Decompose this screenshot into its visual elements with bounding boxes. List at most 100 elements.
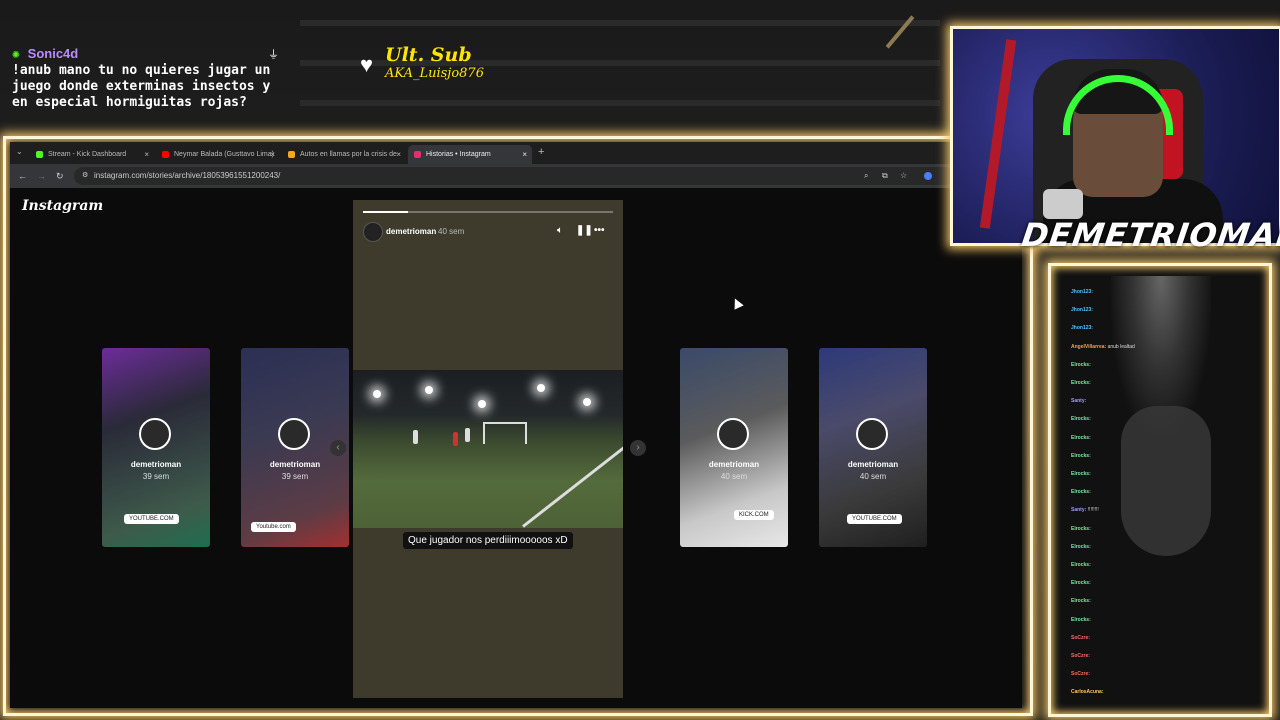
previous-story-arrow[interactable]: ‹ (330, 440, 346, 456)
story-username[interactable]: demetrioman (386, 227, 436, 236)
next-story-arrow[interactable]: › (630, 440, 646, 456)
chat-line: Elrocks: (1071, 434, 1261, 442)
verified-icon: ✺ (12, 47, 20, 62)
chat-line-user[interactable]: AngelVillarrea: (1071, 344, 1108, 350)
chat-line-user[interactable]: Santy: (1071, 398, 1086, 404)
chat-line: Elrocks: (1071, 488, 1261, 496)
heart-icon: ♥ (360, 52, 374, 77)
tab-youtube[interactable]: Neymar Balada (Gusttavo Lima) × (156, 145, 280, 164)
chat-line-user[interactable]: Elrocks: (1071, 416, 1091, 422)
story-thumbnail[interactable]: demetrioman 40 sem KICK.COM (680, 348, 788, 547)
kick-icon (36, 151, 43, 158)
site-info-icon: ⚙ (82, 172, 89, 179)
chat-line: Jhon123: (1071, 288, 1261, 296)
featured-chat-message: ✺ Sonic4d !anub mano tu no quieres jugar… (12, 46, 282, 111)
chat-line: Jhon123: (1071, 324, 1261, 332)
story-thumbnail[interactable]: demetrioman 39 sem YOUTUBE.COM (102, 348, 210, 547)
last-sub-name: AKA_Luisjo876 (385, 66, 484, 81)
more-options-icon[interactable]: ••• (594, 225, 605, 236)
chat-message-text: !anub mano tu no quieres jugar un juego … (12, 63, 271, 110)
chat-line-text: !!!!!!!! (1087, 507, 1099, 514)
chat-line: Elrocks: (1071, 597, 1261, 605)
tab-instagram[interactable]: Historias • Instagram × (408, 145, 532, 164)
instagram-logo[interactable]: Instagram (22, 198, 103, 214)
chat-line: Elrocks: (1071, 415, 1261, 423)
story-viewer[interactable]: demetrioman 40 sem 🔈︎ ❚❚ ••• Que jugador… (353, 200, 623, 698)
tab-search-icon[interactable]: ⌄ (16, 147, 23, 156)
close-icon[interactable]: × (396, 145, 401, 164)
chat-line-user[interactable]: Jhon123: (1071, 307, 1093, 313)
chat-line-user[interactable]: SoCzre: (1071, 671, 1090, 677)
cast-icon[interactable]: ⧉ (882, 167, 888, 185)
avatar (278, 418, 310, 450)
link-sticker: YOUTUBE.COM (847, 514, 902, 524)
chat-line-user[interactable]: Elrocks: (1071, 453, 1091, 459)
chat-line-user[interactable]: CarlosAcuna: (1071, 689, 1104, 695)
chat-line-user[interactable]: Elrocks: (1071, 380, 1091, 386)
chat-line: Elrocks: (1071, 579, 1261, 587)
instagram-page: Instagram demetrioman 39 sem YOUTUBE.COM… (10, 188, 1022, 708)
chat-line-user[interactable]: Elrocks: (1071, 562, 1091, 568)
avatar (139, 418, 171, 450)
chat-line-user[interactable]: Elrocks: (1071, 617, 1091, 623)
chat-line-user[interactable]: Elrocks: (1071, 580, 1091, 586)
volume-icon[interactable]: 🔈︎ (557, 225, 563, 236)
chat-line: Elrocks: (1071, 616, 1261, 624)
zoom-icon[interactable]: ⌕ (864, 167, 868, 185)
story-progress-bar (363, 211, 613, 213)
pause-icon[interactable]: ❚❚ (576, 225, 593, 236)
chat-line-text: anub lealtad (1107, 343, 1135, 350)
chat-line: Elrocks: (1071, 561, 1261, 569)
chat-line-user[interactable]: Elrocks: (1071, 526, 1091, 532)
webcam-frame (950, 26, 1280, 246)
bookmark-star-icon[interactable]: ☆ (900, 167, 907, 185)
tab-news[interactable]: Autos en llamas por la crisis de × (282, 145, 406, 164)
link-sticker: YOUTUBE.COM (124, 514, 179, 524)
tab-kick-dashboard[interactable]: Stream - Kick Dashboard × (30, 145, 154, 164)
chat-line-user[interactable]: Elrocks: (1071, 544, 1091, 550)
story-thumbnail[interactable]: demetrioman 40 sem YOUTUBE.COM (819, 348, 927, 547)
chat-username: Sonic4d (27, 46, 79, 61)
youtube-icon (162, 151, 169, 158)
chat-line: CarlosAcuna: (1071, 688, 1261, 696)
close-icon[interactable]: × (144, 145, 149, 164)
chat-line-user[interactable]: Elrocks: (1071, 598, 1091, 604)
chat-line-user[interactable]: SoCzre: (1071, 635, 1090, 641)
story-caption: Que jugador nos perdiiimooooos xD (403, 532, 573, 549)
streamer-name: DEMETRIOMAN (1019, 216, 1280, 254)
chat-line-user[interactable]: Elrocks: (1071, 362, 1091, 368)
chat-line: SoCzre: (1071, 652, 1261, 660)
close-icon[interactable]: × (522, 145, 527, 164)
chat-line: Elrocks: (1071, 361, 1261, 369)
avatar[interactable] (363, 222, 383, 242)
chat-line-user[interactable]: Jhon123: (1071, 325, 1093, 331)
chat-line-user[interactable]: SoCzre: (1071, 653, 1090, 659)
address-bar[interactable]: ⚙ instagram.com/stories/archive/18053961… (74, 167, 954, 185)
chat-line: Elrocks: (1071, 543, 1261, 551)
browser-window: ⌄ Stream - Kick Dashboard × Neymar Balada… (10, 142, 1022, 708)
browser-toolbar: ← → ↻ ⚙ instagram.com/stories/archive/18… (10, 164, 1022, 188)
chat-line-user[interactable]: Elrocks: (1071, 471, 1091, 477)
chat-line-user[interactable]: Elrocks: (1071, 435, 1091, 441)
chat-line: SoCzre: (1071, 670, 1261, 678)
chat-panel: Jhon123: Jhon123: Jhon123: AngelVillarre… (1048, 263, 1272, 717)
reload-icon[interactable]: ↻ (56, 167, 64, 185)
bearded-man-logo (1121, 406, 1211, 556)
new-tab-button[interactable]: + (538, 146, 544, 158)
chat-line-user[interactable]: Jhon123: (1071, 289, 1093, 295)
chat-line: Santy: (1071, 397, 1261, 405)
back-icon[interactable]: ← (18, 167, 27, 185)
story-video (353, 370, 623, 528)
avatar (717, 418, 749, 450)
forward-icon[interactable]: → (37, 167, 46, 185)
instagram-icon (414, 151, 421, 158)
story-time: 40 sem (438, 227, 465, 236)
address-bar-url: instagram.com/stories/archive/1805396155… (94, 171, 281, 180)
link-sticker: Youtube.com (251, 522, 296, 532)
chat-line-user[interactable]: Elrocks: (1071, 489, 1091, 495)
tab-strip: ⌄ Stream - Kick Dashboard × Neymar Balada… (10, 142, 1022, 164)
profile-icon[interactable] (924, 172, 932, 180)
close-icon[interactable]: × (270, 145, 275, 164)
chat-line: Elrocks: (1071, 379, 1261, 387)
chat-line-user[interactable]: Santy: (1071, 507, 1088, 513)
